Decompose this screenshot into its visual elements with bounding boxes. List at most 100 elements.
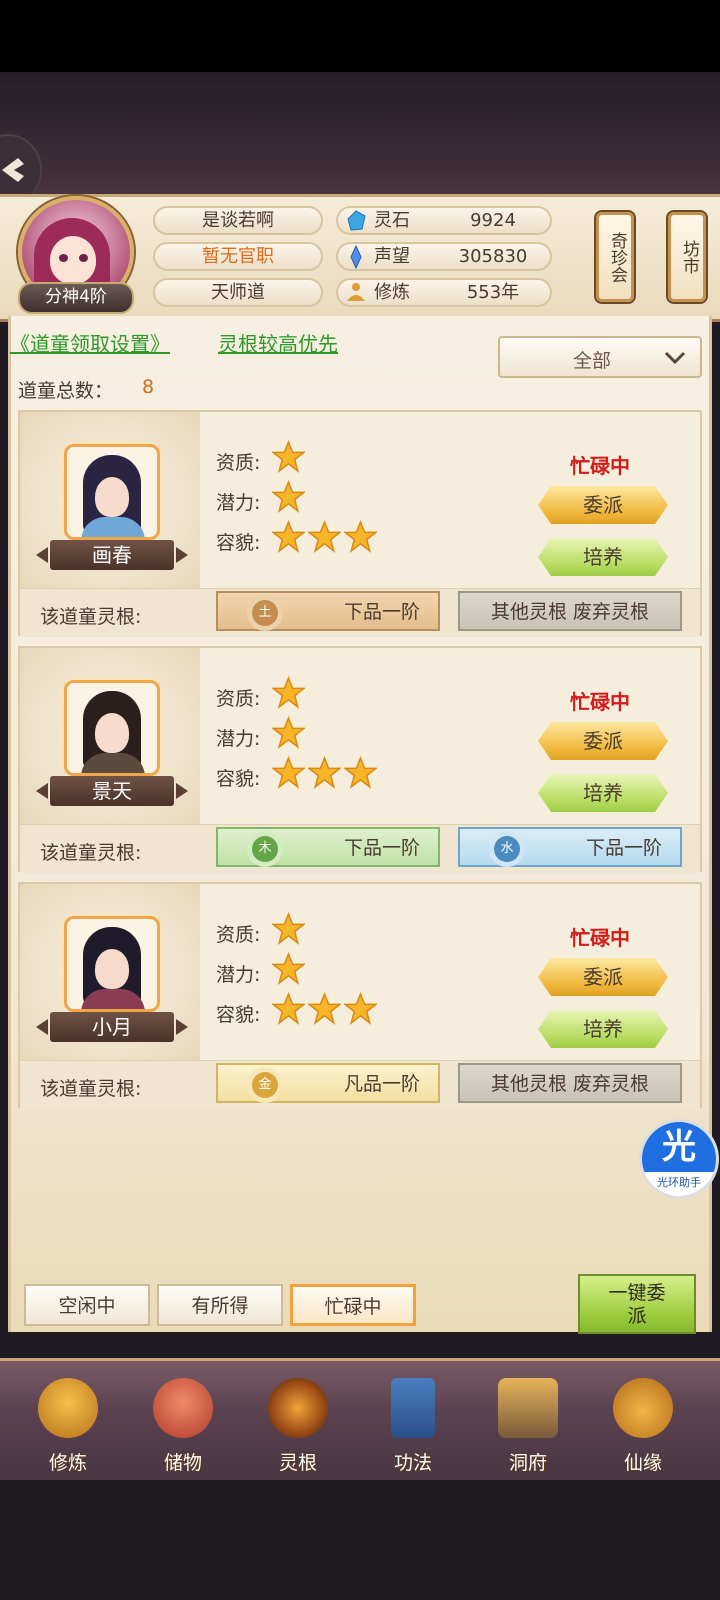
tab-idle[interactable]: 空闲中 xyxy=(24,1284,150,1326)
book-icon xyxy=(391,1378,435,1438)
spirit-root-metal[interactable]: 金 凡品一阶 xyxy=(216,1063,440,1103)
nav-cultivate[interactable]: 修炼 xyxy=(18,1364,118,1474)
one-key-dispatch-button[interactable]: 一键委派 xyxy=(578,1274,696,1334)
star-icon xyxy=(270,951,307,985)
star-icon xyxy=(306,755,343,789)
star-icon xyxy=(270,755,307,789)
gourd-icon xyxy=(613,1378,673,1438)
earth-element-icon: 土 xyxy=(252,600,278,626)
potential-label: 潜力: xyxy=(216,492,261,514)
potential-stars xyxy=(270,715,308,750)
meditation-icon xyxy=(347,283,365,301)
apprentice-portrait[interactable] xyxy=(64,444,160,540)
potential-label: 潜力: xyxy=(216,964,261,986)
dispatch-button[interactable]: 委派 xyxy=(538,486,668,524)
prestige-counter: 声望 305830 xyxy=(336,242,552,271)
spirit-root-wood[interactable]: 木 下品一阶 xyxy=(216,827,440,867)
spirit-root-other[interactable]: 其他灵根 废弃灵根 xyxy=(458,1063,682,1103)
star-icon xyxy=(306,519,343,553)
spirit-stone-icon xyxy=(347,210,366,231)
spirit-root-row: 该道童灵根: 木 下品一阶 水 下品一阶 xyxy=(20,824,700,873)
spirit-root-row: 该道童灵根: 土 下品一阶 其他灵根 废弃灵根 xyxy=(20,588,700,637)
star-icon xyxy=(270,519,307,553)
spirit-root-emblem-icon xyxy=(268,1378,328,1438)
star-icon xyxy=(306,991,343,1025)
priority-setting-link[interactable]: 灵根较高优先 xyxy=(218,328,338,357)
apprentice-count-value: 8 xyxy=(142,376,155,398)
scene-backdrop xyxy=(0,72,720,194)
apprentice-settings-link[interactable]: 《道童领取设置》 xyxy=(10,328,170,357)
spirit-root-label: 该道童灵根: xyxy=(40,606,142,628)
potential-stars xyxy=(270,479,308,514)
dispatch-button[interactable]: 委派 xyxy=(538,958,668,996)
apprentice-name: 景天 xyxy=(36,776,188,806)
star-icon xyxy=(270,479,307,513)
spirit-root-earth[interactable]: 土 下品一阶 xyxy=(216,591,440,631)
spirit-root-label: 该道童灵根: xyxy=(40,1078,142,1100)
spirit-root-label: 该道童灵根: xyxy=(40,842,142,864)
star-icon xyxy=(270,991,307,1025)
prestige-crystal-icon xyxy=(350,245,362,269)
appearance-stars xyxy=(270,991,380,1026)
apprentice-card: 画春 资质: 潜力: 容貌: 忙碌中 委派 培养 该道童灵根: 土 下品一阶 其… xyxy=(18,410,702,637)
rank-badge: 分神4阶 xyxy=(18,282,134,314)
cultivation-counter: 修炼 553年 xyxy=(336,278,552,307)
nav-cave-dwelling[interactable]: 洞府 xyxy=(478,1364,578,1474)
appearance-label: 容貌: xyxy=(216,532,261,554)
chevron-down-icon xyxy=(664,351,686,365)
apprentice-name: 画春 xyxy=(36,540,188,570)
apprentice-count-label: 道童总数： xyxy=(18,380,114,402)
train-button[interactable]: 培养 xyxy=(538,774,668,812)
market-button[interactable]: 坊市 xyxy=(668,212,706,302)
aptitude-stars xyxy=(270,439,308,474)
aptitude-stars xyxy=(270,675,308,710)
star-icon xyxy=(270,715,307,749)
status-text: 忙碌中 xyxy=(570,926,630,950)
tab-busy[interactable]: 忙碌中 xyxy=(290,1284,416,1326)
train-button[interactable]: 培养 xyxy=(538,538,668,576)
appearance-label: 容貌: xyxy=(216,768,261,790)
potential-label: 潜力: xyxy=(216,728,261,750)
star-icon xyxy=(342,519,379,553)
pouch-icon xyxy=(153,1378,213,1438)
nav-fate[interactable]: 仙缘 xyxy=(593,1364,693,1474)
player-sect: 天师道 xyxy=(153,278,323,307)
one-key-label: 一键委派 xyxy=(608,1282,666,1327)
spirit-root-other[interactable]: 其他灵根 废弃灵根 xyxy=(458,591,682,631)
palace-icon xyxy=(498,1378,558,1438)
apprentice-portrait[interactable] xyxy=(64,916,160,1012)
potential-stars xyxy=(270,951,308,986)
filter-selected: 全部 xyxy=(572,350,611,372)
filter-dropdown[interactable]: 全部 xyxy=(498,336,702,378)
status-text: 忙碌中 xyxy=(570,690,630,714)
star-icon xyxy=(270,439,307,473)
dispatch-button[interactable]: 委派 xyxy=(538,722,668,760)
apprentice-portrait[interactable] xyxy=(64,680,160,776)
wood-element-icon: 木 xyxy=(252,836,278,862)
water-element-icon: 水 xyxy=(494,836,520,862)
appearance-stars xyxy=(270,755,380,790)
monk-icon xyxy=(38,1378,98,1438)
treasure-fair-button[interactable]: 奇珍会 xyxy=(596,212,634,302)
spirit-root-water[interactable]: 水 下品一阶 xyxy=(458,827,682,867)
assistant-float-button[interactable]: 光 光环助手 xyxy=(642,1122,716,1196)
player-title: 暂无官职 xyxy=(153,242,323,271)
star-icon xyxy=(270,675,307,709)
star-icon xyxy=(342,991,379,1025)
metal-element-icon: 金 xyxy=(252,1072,278,1098)
tab-gained[interactable]: 有所得 xyxy=(157,1284,283,1326)
star-icon xyxy=(342,755,379,789)
spirit-stone-counter: 灵石 9924 xyxy=(336,206,552,235)
player-name: 是谈若啊 xyxy=(153,206,323,235)
aptitude-stars xyxy=(270,911,308,946)
nav-storage[interactable]: 储物 xyxy=(133,1364,233,1474)
apprentice-name: 小月 xyxy=(36,1012,188,1042)
train-button[interactable]: 培养 xyxy=(538,1010,668,1048)
back-arrow-icon xyxy=(2,158,24,182)
status-text: 忙碌中 xyxy=(570,454,630,478)
assistant-icon: 光 xyxy=(642,1122,716,1172)
apprentice-card: 小月 资质: 潜力: 容貌: 忙碌中 委派 培养 该道童灵根: 金 凡品一阶 其… xyxy=(18,882,702,1109)
nav-techniques[interactable]: 功法 xyxy=(363,1364,463,1474)
spirit-root-row: 该道童灵根: 金 凡品一阶 其他灵根 废弃灵根 xyxy=(20,1060,700,1109)
nav-spirit-root[interactable]: 灵根 xyxy=(248,1364,348,1474)
